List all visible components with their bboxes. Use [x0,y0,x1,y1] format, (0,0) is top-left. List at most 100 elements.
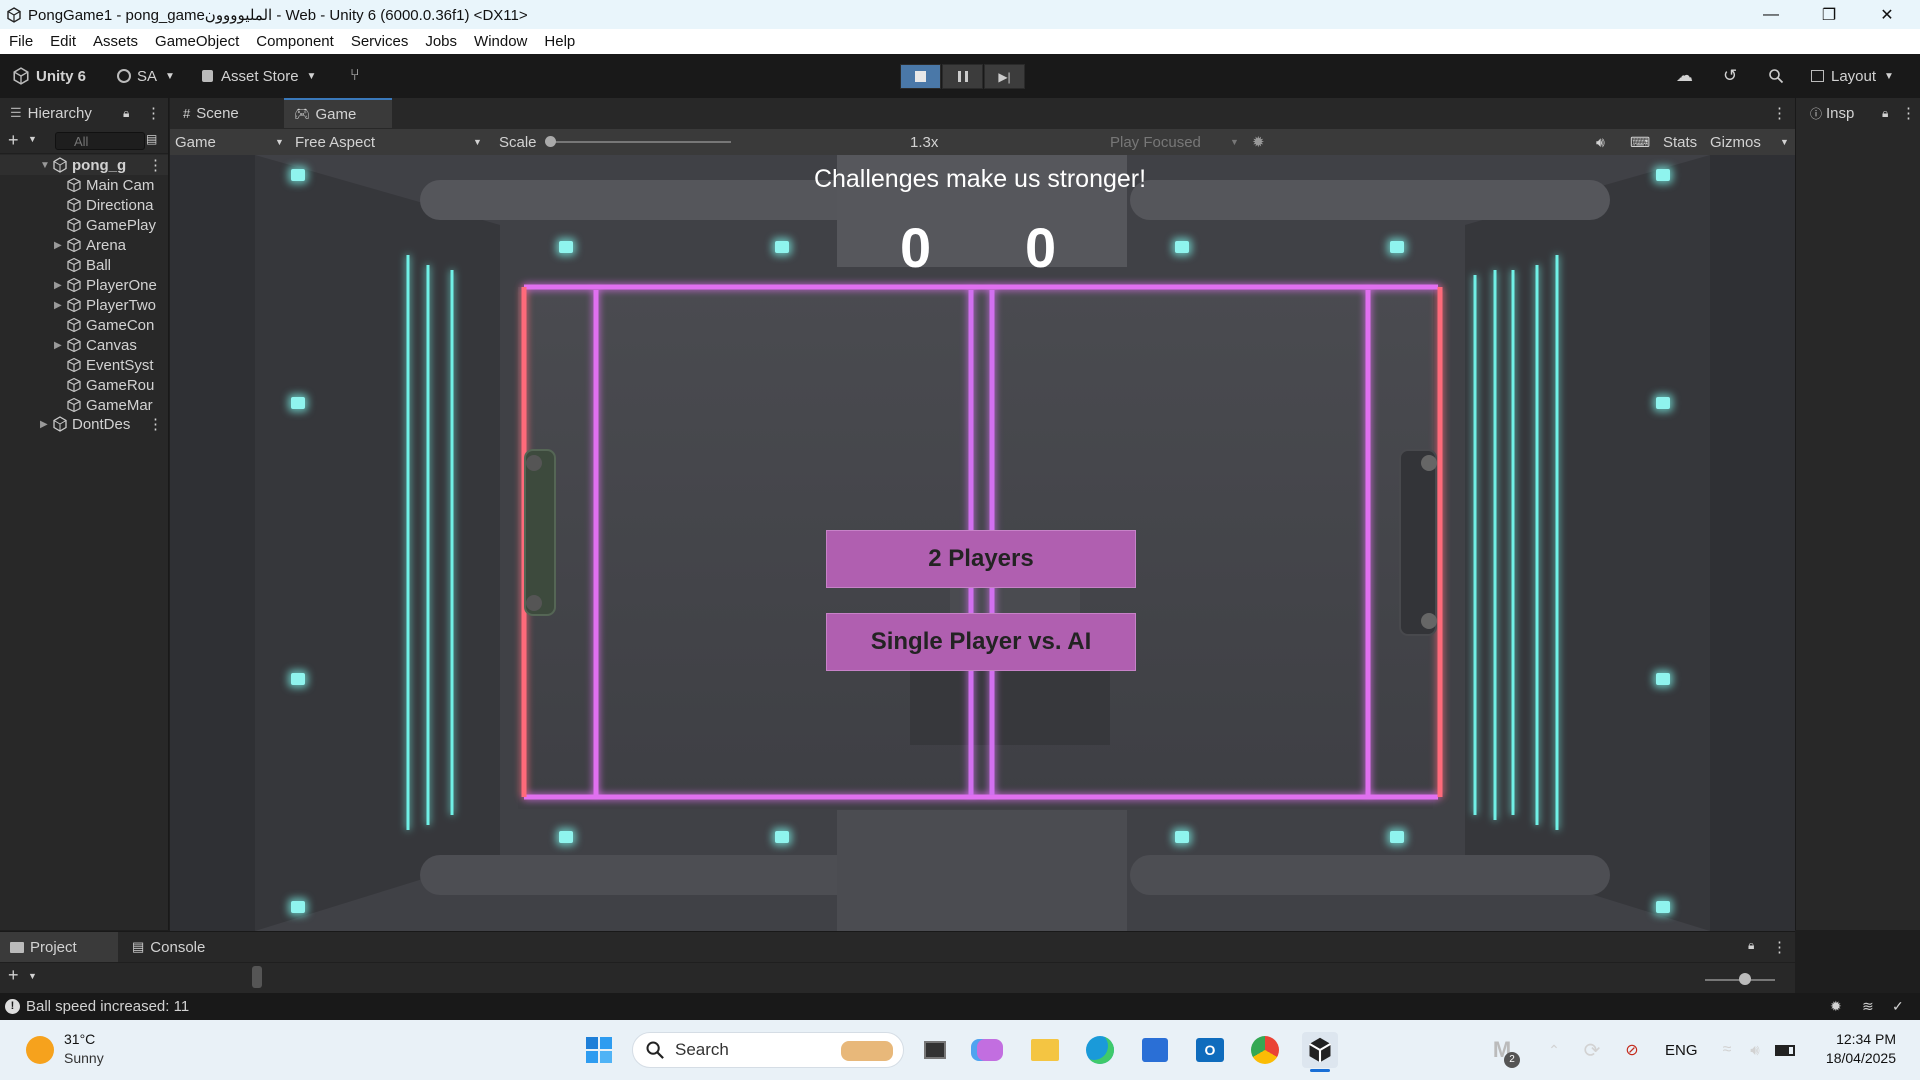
filter-icon[interactable]: ▤ [146,132,157,146]
single-player-ai-button[interactable]: Single Player vs. AI [826,613,1136,671]
clock-date[interactable]: 18/04/2025 [1806,1050,1896,1066]
expand-arrow-icon[interactable]: ▶ [54,340,64,351]
hierarchy-item[interactable]: ▶ PlayerOne [0,275,168,295]
display-dropdown[interactable]: Game ▼ [175,132,290,152]
account-dropdown[interactable]: SA ▼ [117,64,175,88]
keyboard-button[interactable]: ⌨ [1630,132,1650,152]
search-icon [646,1041,664,1059]
chrome-button[interactable] [1247,1032,1283,1068]
scale-slider[interactable]: Scale 1.3x [499,132,938,152]
asset-store-dropdown[interactable]: Asset Store ▼ [202,64,316,88]
layout-dropdown[interactable]: Layout ▼ [1811,64,1894,88]
bug-button[interactable]: ✹ [1252,132,1265,152]
copilot-button[interactable] [972,1032,1008,1068]
wall-light [559,241,573,253]
edge-button[interactable] [1082,1032,1118,1068]
weather-condition[interactable]: Sunny [64,1050,104,1066]
menu-assets[interactable]: Assets [93,33,138,50]
pause-icon [957,71,968,82]
play-button[interactable] [900,64,941,89]
hierarchy-item[interactable]: EventSyst [0,355,168,375]
search-button[interactable] [1768,64,1784,88]
maximize-button[interactable]: ❐ [1800,0,1858,29]
hierarchy-item[interactable]: ▶ Arena [0,235,168,255]
chevron-down-icon: ▼ [28,134,37,144]
layers-icon[interactable]: ≋ [1862,998,1874,1015]
hierarchy-item[interactable]: ▶ PlayerTwo [0,295,168,315]
hierarchy-item[interactable]: Directiona [0,195,168,215]
tab-project[interactable]: Project [0,932,118,962]
scene-root[interactable]: ▼ pong_g ⋮ [0,155,168,175]
tab-inspector[interactable]: ⓘ Insp 🔒︎ ⋮ [1796,98,1920,128]
zoom-handle[interactable] [1739,973,1751,985]
dontdestroy-root[interactable]: ▶ DontDes ⋮ [0,414,168,434]
store-button[interactable] [1137,1032,1173,1068]
gizmos-dropdown[interactable]: Gizmos ▼ [1710,132,1790,152]
two-players-button[interactable]: 2 Players [826,530,1136,588]
clock-time[interactable]: 12:34 PM [1820,1031,1896,1047]
hierarchy-item[interactable]: Ball [0,255,168,275]
add-button[interactable]: + [8,965,19,986]
close-button[interactable]: ✕ [1858,0,1916,29]
history-button[interactable]: ↺ [1723,64,1737,88]
hierarchy-item[interactable]: ▶ Canvas [0,335,168,355]
sync-button[interactable]: ⟳ [1574,1032,1610,1068]
menu-window[interactable]: Window [474,33,527,50]
menu-file[interactable]: File [9,33,33,50]
version-control-button[interactable]: ⑂ [350,64,360,88]
minimize-button[interactable]: — [1742,0,1800,29]
menu-help[interactable]: Help [544,33,575,50]
menu-services[interactable]: Services [351,33,409,50]
chevron-down-icon: ▼ [1884,70,1894,82]
cloud-button[interactable]: ☁ [1676,64,1693,88]
add-button[interactable]: + [8,130,19,151]
weather-temp[interactable]: 31°C [64,1031,95,1047]
mute-button[interactable]: 🔊︎ [1596,132,1605,152]
pause-button[interactable] [942,64,983,89]
outlook-button[interactable]: O [1192,1032,1228,1068]
expand-arrow-icon[interactable]: ▶ [54,280,64,291]
more-icon[interactable]: ⋮ [148,415,163,433]
panel-splitter[interactable] [252,966,262,988]
tab-scene[interactable]: # Scene [175,98,285,128]
step-button[interactable]: ▶| [984,64,1025,89]
aspect-dropdown[interactable]: Free Aspect ▼ [295,132,487,152]
hierarchy-item[interactable]: Main Cam [0,175,168,195]
unity-account-button[interactable]: Unity 6 [12,64,86,88]
menu-component[interactable]: Component [256,33,334,50]
tab-game[interactable]: 🎮︎ Game [284,98,392,128]
scale-handle[interactable] [545,136,556,147]
scale-label: Scale [499,133,537,151]
more-icon[interactable]: ⋮ [1772,104,1787,122]
battery-button[interactable] [1767,1032,1803,1068]
expand-arrow-icon[interactable]: ▶ [54,300,64,311]
security-button[interactable]: ⊘ [1614,1032,1650,1068]
taskbar-search[interactable]: Search [632,1032,904,1068]
expand-arrow-icon[interactable]: ▶ [54,240,64,251]
debug-icon[interactable]: ✹ [1830,998,1842,1015]
play-mode-dropdown[interactable]: Play Focused ▼ [1110,132,1245,152]
more-icon[interactable]: ⋮ [1772,938,1787,956]
hierarchy-item[interactable]: GameRou [0,375,168,395]
menu-gameobject[interactable]: GameObject [155,33,239,50]
menu-jobs[interactable]: Jobs [425,33,457,50]
stats-button[interactable]: Stats [1663,132,1697,152]
unity-taskbar-button[interactable] [1302,1032,1338,1068]
menu-edit[interactable]: Edit [50,33,76,50]
notification-badge: 2 [1504,1052,1520,1068]
gmail-button[interactable]: M 2 [1484,1032,1520,1068]
file-explorer-button[interactable] [1027,1032,1063,1068]
hierarchy-item[interactable]: GamePlay [0,215,168,235]
lock-icon[interactable]: 🔒︎ [1748,938,1754,953]
hierarchy-item[interactable]: GameMar [0,395,168,415]
start-button[interactable] [581,1032,617,1068]
hierarchy-item[interactable]: GameCon [0,315,168,335]
hierarchy-search-input[interactable] [55,132,145,150]
tab-console[interactable]: ▤ Console [128,932,238,962]
task-view-button[interactable] [917,1032,953,1068]
language-indicator[interactable]: ENG [1665,1042,1698,1059]
check-icon[interactable]: ✓ [1892,998,1904,1015]
tab-hierarchy[interactable]: ☰ Hierarchy 🔒︎ ⋮ [0,98,168,128]
more-icon[interactable]: ⋮ [148,156,163,174]
tray-expand-button[interactable]: ⌃ [1536,1032,1572,1068]
